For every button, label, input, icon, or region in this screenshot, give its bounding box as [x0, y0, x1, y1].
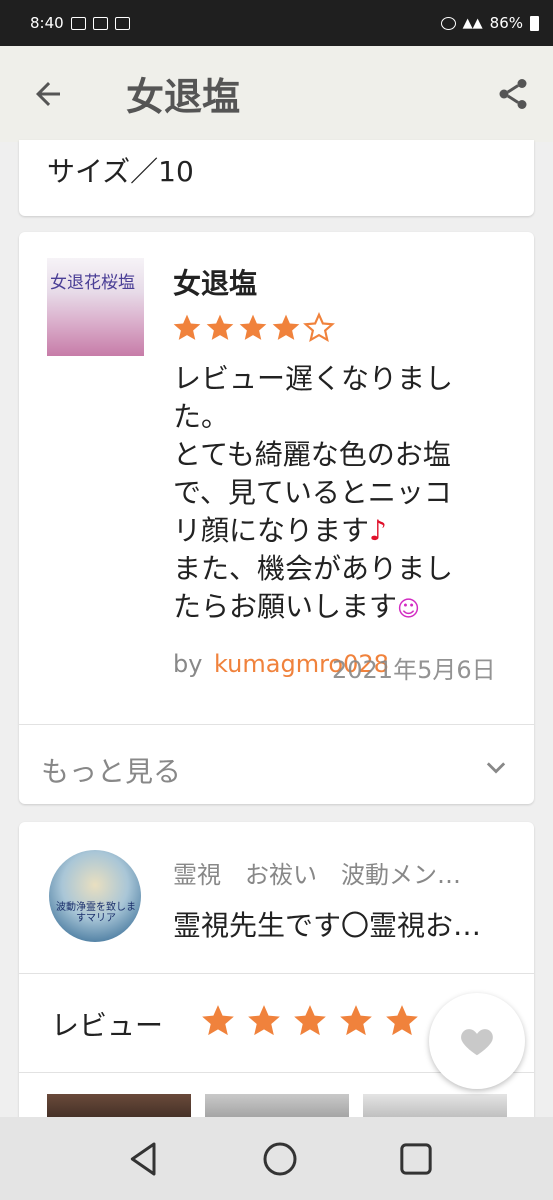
chevron-down-icon[interactable] — [482, 754, 510, 782]
review-line: とても綺麗な色のお塩 — [173, 438, 451, 471]
review-line: た。 — [173, 400, 230, 433]
star-filled-icon — [173, 314, 201, 340]
status-bar: 8:40 ▲▲ 86% — [0, 0, 553, 46]
share-icon[interactable] — [495, 76, 531, 112]
review-line: また、機会がありまし — [173, 552, 454, 585]
thumbnail-caption: 女退花桜塩 — [50, 273, 135, 293]
page-title: 女退塩 — [126, 75, 241, 119]
divider — [19, 973, 534, 974]
battery-percent: 86% — [489, 14, 523, 32]
star-filled-icon — [239, 314, 267, 340]
shop-description[interactable]: 霊視先生です〇霊視お… — [173, 904, 481, 944]
battery-icon — [530, 15, 539, 31]
grinning-face-icon: ☺ — [397, 597, 420, 622]
shop-rating-stars — [199, 1002, 421, 1040]
star-filled-icon — [294, 1005, 326, 1036]
show-more-button[interactable]: もっと見る — [41, 750, 181, 790]
heart-icon — [461, 1029, 493, 1056]
star-filled-icon — [386, 1005, 418, 1036]
shop-avatar[interactable]: 波動浄霊を致しますマリア — [49, 850, 141, 942]
image-icon — [114, 16, 130, 30]
star-filled-icon — [340, 1005, 372, 1036]
review-text: レビュー遅くなりまし た。 とても綺麗な色のお塩 で、見ているとニッコ リ顔にな… — [173, 360, 503, 629]
star-filled-icon — [206, 314, 234, 340]
divider — [19, 724, 534, 725]
alarm-icon — [440, 16, 456, 30]
review-line: で、見ているとニッコ — [173, 476, 452, 509]
star-filled-icon — [272, 314, 300, 340]
status-time: 8:40 — [30, 14, 64, 32]
signal-icon: ▲▲ — [462, 15, 483, 31]
star-filled-icon — [248, 1005, 280, 1036]
favorite-button[interactable] — [429, 993, 525, 1089]
star-empty-icon — [303, 312, 335, 343]
review-line: リ顔になります — [173, 514, 370, 547]
notification-icon — [92, 16, 108, 30]
product-size-card: サイズ／10 — [19, 140, 534, 216]
shop-review-label: レビュー — [51, 1009, 164, 1042]
nav-back-icon[interactable] — [124, 1139, 164, 1179]
system-nav-bar — [0, 1117, 553, 1200]
music-note-icon: ♪ — [369, 514, 387, 547]
notification-icon — [70, 16, 86, 30]
review-date: 2021年5月6日 — [332, 656, 496, 684]
product-name[interactable]: 女退塩 — [173, 262, 257, 302]
nav-home-icon[interactable] — [260, 1139, 300, 1179]
star-filled-icon — [202, 1005, 234, 1036]
nav-recents-icon[interactable] — [396, 1139, 436, 1179]
by-label: by — [173, 650, 203, 678]
rating-stars — [171, 312, 335, 344]
back-arrow-icon[interactable] — [30, 76, 66, 112]
shop-tags[interactable]: 霊視 お祓い 波動メン… — [173, 855, 461, 890]
avatar-caption: 波動浄霊を致しますマリア — [56, 902, 136, 924]
review-line: たらお願いします — [173, 590, 398, 623]
product-thumbnail[interactable]: 女退花桜塩 — [47, 258, 144, 356]
review-line: レビュー遅くなりまし — [173, 362, 454, 395]
size-text: サイズ／10 — [47, 155, 194, 188]
app-bar: 女退塩 — [0, 46, 553, 142]
review-card: 女退花桜塩 女退塩 レビュー遅くなりまし た。 とても綺麗な色のお塩 で、見てい… — [19, 232, 534, 804]
